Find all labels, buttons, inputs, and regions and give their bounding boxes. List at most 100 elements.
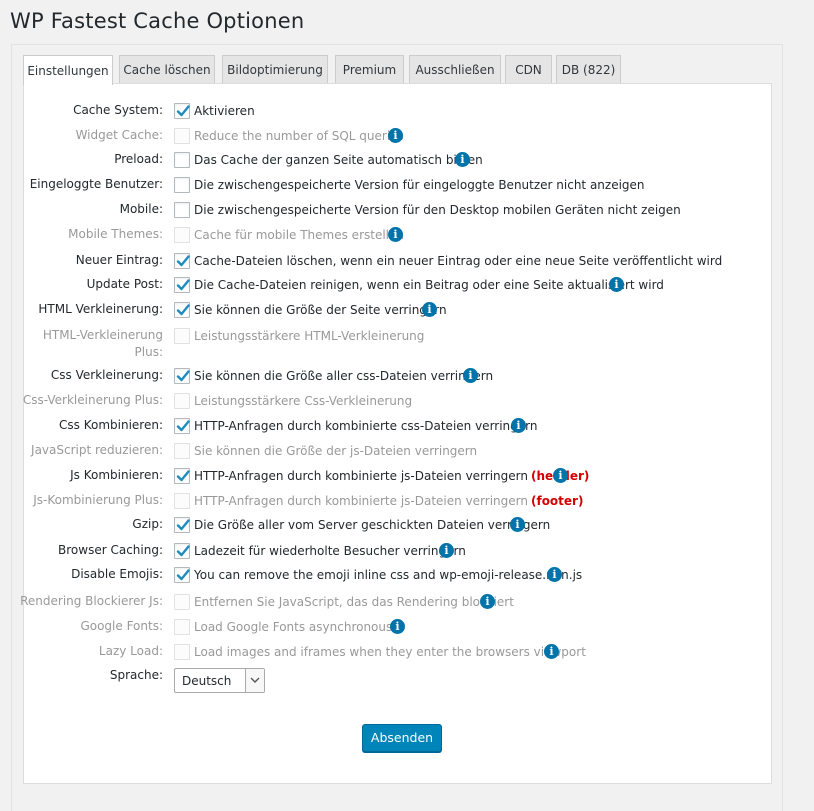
checkbox-browser-caching[interactable] bbox=[174, 543, 190, 559]
setting-description-text: Reduce the number of SQL queries bbox=[194, 129, 404, 143]
setting-label-css-verkleinerung: Css Verkleinerung: bbox=[50, 368, 163, 382]
checkbox-css-verkleinerung[interactable] bbox=[174, 368, 190, 384]
checkmark-icon bbox=[176, 279, 190, 291]
position-tag: (footer) bbox=[530, 494, 584, 508]
tab-bildoptimierung[interactable]: Bildoptimierung bbox=[222, 55, 328, 84]
setting-label-line: Plus: bbox=[134, 345, 163, 359]
info-icon[interactable]: i bbox=[547, 567, 562, 582]
checkbox-css-kombinieren[interactable] bbox=[174, 418, 190, 434]
setting-description: Die zwischengespeicherte Version für den… bbox=[194, 203, 681, 218]
tab-cdn[interactable]: CDN bbox=[505, 55, 552, 84]
setting-description-text: Cache für mobile Themes erstellen bbox=[194, 228, 404, 242]
setting-label-html-verkleinerung: HTML Verkleinerung: bbox=[38, 302, 163, 316]
setting-description: Aktivieren bbox=[194, 104, 255, 119]
info-icon[interactable]: i bbox=[455, 152, 470, 167]
checkmark-icon bbox=[176, 545, 190, 557]
setting-description-text: Sie können die Größe der js-Dateien verr… bbox=[194, 444, 478, 458]
setting-description: HTTP-Anfragen durch kombinierte js-Datei… bbox=[194, 469, 589, 484]
tab-cache-loeschen[interactable]: Cache löschen bbox=[119, 55, 215, 84]
info-icon[interactable]: i bbox=[553, 468, 568, 483]
checkmark-icon bbox=[176, 420, 190, 432]
info-icon[interactable]: i bbox=[463, 368, 478, 383]
setting-description: Das Cache der ganzen Seite automatisch b… bbox=[194, 153, 483, 168]
setting-label-disable-emojis: Disable Emojis: bbox=[71, 567, 163, 581]
setting-description-text: Load images and iframes when they enter … bbox=[194, 645, 586, 659]
info-icon[interactable]: i bbox=[511, 418, 526, 433]
checkbox-update-post[interactable] bbox=[174, 277, 190, 293]
checkbox-mobile-themes bbox=[174, 227, 190, 243]
setting-label-js-kombinieren: Js Kombinieren: bbox=[70, 468, 163, 482]
setting-description: Cache-Dateien löschen, wenn ein neuer Ei… bbox=[194, 254, 722, 269]
checkmark-icon bbox=[176, 519, 190, 531]
info-icon[interactable]: i bbox=[422, 302, 437, 317]
info-icon[interactable]: i bbox=[510, 517, 525, 532]
chevron-down-icon[interactable] bbox=[245, 669, 264, 692]
info-icon[interactable]: i bbox=[388, 128, 403, 143]
setting-label-cache-system: Cache System: bbox=[73, 103, 163, 117]
tab-einstellungen[interactable]: Einstellungen bbox=[23, 55, 113, 85]
checkmark-icon bbox=[176, 304, 190, 316]
setting-description-text: Sie können die Größe aller css-Dateien v… bbox=[194, 369, 494, 383]
setting-label-js-kombinierung-plus: Js-Kombinierung Plus: bbox=[33, 493, 163, 507]
setting-description-text: Sie können die Größe der Seite verringer… bbox=[194, 303, 447, 317]
checkbox-cache-system[interactable] bbox=[174, 103, 190, 119]
setting-description: Sie können die Größe aller css-Dateien v… bbox=[194, 369, 493, 384]
checkbox-widget-cache bbox=[174, 128, 190, 144]
setting-description-text: Leistungsstärkere Css-Verkleinerung bbox=[194, 394, 413, 408]
info-icon[interactable]: i bbox=[390, 619, 405, 634]
checkbox-html-verkleinerung[interactable] bbox=[174, 302, 190, 318]
checkbox-gzip[interactable] bbox=[174, 517, 190, 533]
checkbox-mobile[interactable] bbox=[174, 202, 190, 218]
language-value: Deutsch bbox=[182, 674, 232, 688]
setting-description-text: HTTP-Anfragen durch kombinierte js-Datei… bbox=[194, 469, 528, 483]
setting-description: Load images and iframes when they enter … bbox=[194, 645, 586, 660]
info-icon[interactable]: i bbox=[439, 543, 454, 558]
setting-description: Sie können die Größe der Seite verringer… bbox=[194, 303, 447, 318]
setting-description-text: Die Größe aller vom Server geschickten D… bbox=[194, 518, 551, 532]
checkbox-preload[interactable] bbox=[174, 152, 190, 168]
setting-label-widget-cache: Widget Cache: bbox=[75, 128, 163, 142]
setting-label-html-verkleinerung-plus: HTML-Verkleinerung Plus: bbox=[13, 328, 163, 361]
setting-description-text: HTTP-Anfragen durch kombinierte css-Date… bbox=[194, 419, 538, 433]
checkbox-neuer-eintrag[interactable] bbox=[174, 253, 190, 269]
setting-label-neuer-eintrag: Neuer Eintrag: bbox=[75, 253, 163, 267]
setting-description-text: Leistungsstärkere HTML-Verkleinerung bbox=[194, 329, 425, 343]
setting-description-text: Die zwischengespeicherte Version für ein… bbox=[194, 178, 645, 192]
setting-description: Sie können die Größe der js-Dateien verr… bbox=[194, 444, 477, 459]
checkmark-icon bbox=[176, 569, 190, 581]
checkmark-icon bbox=[176, 470, 190, 482]
info-icon[interactable]: i bbox=[544, 644, 559, 659]
tab-ausschliessen[interactable]: Ausschließen bbox=[409, 55, 501, 84]
info-icon[interactable]: i bbox=[388, 227, 403, 242]
setting-description-text: Load Google Fonts asynchronously bbox=[194, 620, 403, 634]
setting-label-css-verkleinerung-plus: Css-Verkleinerung Plus: bbox=[22, 393, 163, 407]
setting-description-text: Cache-Dateien löschen, wenn ein neuer Ei… bbox=[194, 254, 723, 268]
setting-description: Cache für mobile Themes erstellen bbox=[194, 228, 404, 243]
setting-description: Reduce the number of SQL queries bbox=[194, 129, 404, 144]
setting-label-lazy-load: Lazy Load: bbox=[98, 644, 163, 658]
setting-description: Load Google Fonts asynchronously bbox=[194, 620, 403, 635]
submit-button[interactable]: Absenden bbox=[362, 724, 442, 752]
setting-description: Ladezeit für wiederholte Besucher verrin… bbox=[194, 544, 466, 559]
setting-label-line: HTML-Verkleinerung bbox=[42, 328, 163, 342]
setting-label-gzip: Gzip: bbox=[132, 517, 163, 531]
checkmark-icon bbox=[176, 105, 190, 117]
checkbox-eingeloggte-benutzer[interactable] bbox=[174, 177, 190, 193]
checkmark-icon bbox=[176, 255, 190, 267]
setting-description: Leistungsstärkere Css-Verkleinerung bbox=[194, 394, 412, 409]
checkbox-js-kombinierung-plus bbox=[174, 493, 190, 509]
tab-db[interactable]: DB (822) bbox=[556, 55, 621, 84]
info-icon[interactable]: i bbox=[609, 277, 624, 292]
setting-description: Leistungsstärkere HTML-Verkleinerung bbox=[194, 329, 424, 344]
tab-premium[interactable]: Premium bbox=[335, 55, 404, 84]
checkbox-disable-emojis[interactable] bbox=[174, 567, 190, 583]
setting-description-text: You can remove the emoji inline css and … bbox=[194, 568, 583, 582]
setting-label-mobile: Mobile: bbox=[119, 202, 163, 216]
info-icon[interactable]: i bbox=[480, 594, 495, 609]
checkbox-js-kombinieren[interactable] bbox=[174, 468, 190, 484]
checkbox-html-verkleinerung-plus bbox=[174, 328, 190, 344]
setting-label-google-fonts: Google Fonts: bbox=[80, 619, 163, 633]
language-select[interactable]: Deutsch bbox=[174, 668, 265, 693]
setting-label-browser-caching: Browser Caching: bbox=[58, 543, 163, 557]
setting-label-mobile-themes: Mobile Themes: bbox=[68, 227, 163, 241]
